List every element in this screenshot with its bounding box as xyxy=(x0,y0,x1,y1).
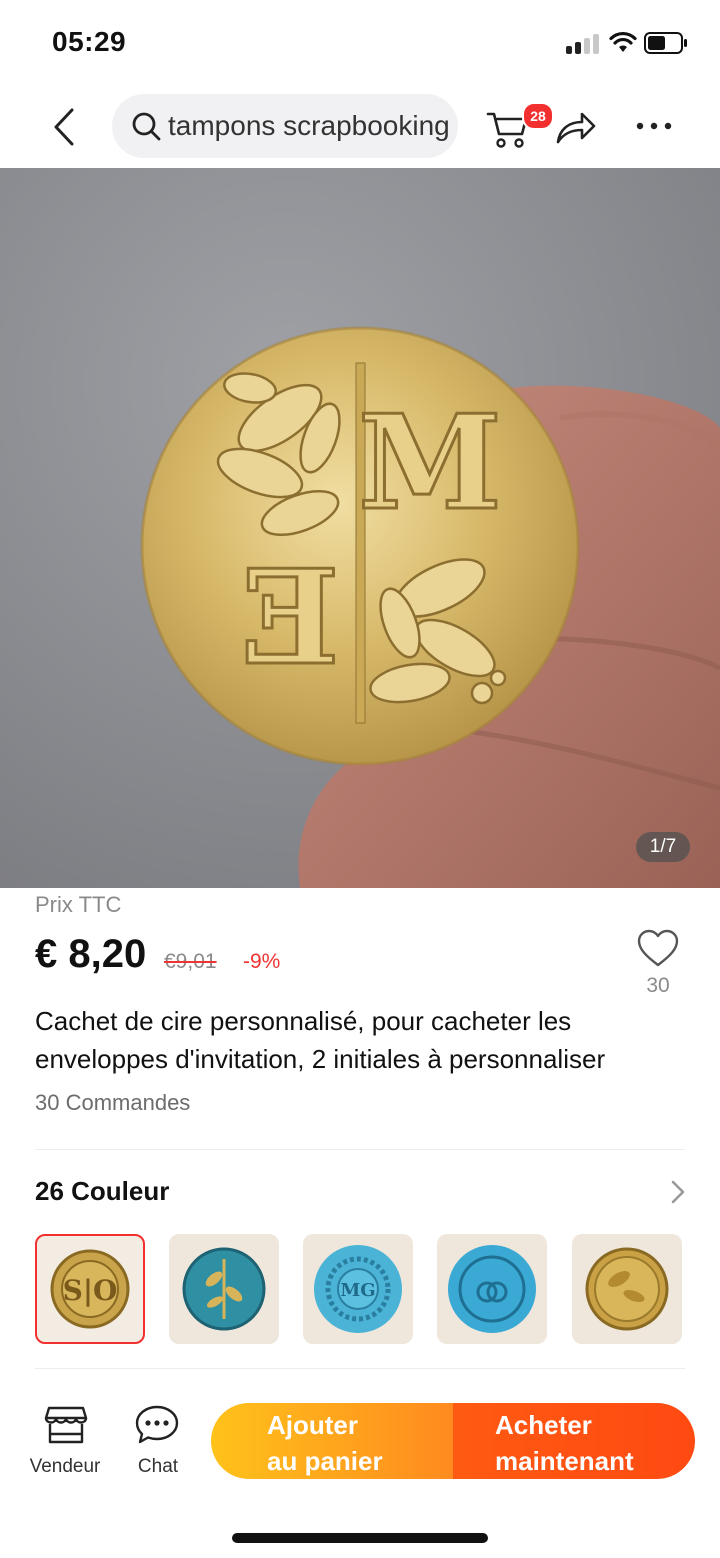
more-options-icon[interactable] xyxy=(634,108,674,144)
chevron-right-icon[interactable] xyxy=(668,1178,688,1206)
status-bar: 05:29 xyxy=(0,0,720,88)
wifi-icon xyxy=(609,31,637,52)
battery-icon xyxy=(644,32,687,54)
order-count: 30 Commandes xyxy=(35,1090,191,1115)
wishlist-count: 30 xyxy=(646,974,670,997)
chat-icon[interactable] xyxy=(135,1404,179,1446)
svg-text:E: E xyxy=(240,541,339,694)
signal-icon xyxy=(566,32,602,54)
swatch-1-monogram: S|O xyxy=(63,1274,118,1307)
variant-swatch-1[interactable]: S|O xyxy=(35,1234,145,1344)
product-image: M E xyxy=(0,168,720,888)
variant-swatch-2[interactable] xyxy=(169,1234,279,1344)
store-icon[interactable] xyxy=(44,1404,88,1446)
divider xyxy=(35,1368,685,1369)
search-query: tampons scrapbooking xyxy=(168,110,450,141)
top-nav: tampons scrapbooking xyxy=(0,88,720,168)
add-to-cart-button[interactable]: Ajouter au panier xyxy=(211,1403,453,1479)
variant-swatch-3[interactable]: MG xyxy=(303,1234,413,1344)
store-label[interactable]: Vendeur xyxy=(22,1456,108,1478)
product-image-carousel[interactable]: M E xyxy=(0,168,720,888)
image-page-indicator: 1/7 xyxy=(636,832,690,862)
add-to-cart-label-line1: Ajouter xyxy=(267,1410,358,1440)
share-icon[interactable] xyxy=(552,104,598,148)
buy-now-button[interactable]: Acheter maintenant xyxy=(453,1403,695,1479)
chat-label[interactable]: Chat xyxy=(126,1456,190,1478)
search-icon xyxy=(132,112,161,141)
back-button[interactable] xyxy=(40,104,90,150)
discount-badge: -9% xyxy=(243,950,281,973)
original-price: €9,01 xyxy=(164,950,217,973)
search-input[interactable]: tampons scrapbooking xyxy=(112,94,458,158)
buy-now-label-line2: maintenant xyxy=(495,1446,634,1476)
product-title: Cachet de cire personnalisé, pour cachet… xyxy=(35,1006,606,1074)
variant-swatch-5[interactable] xyxy=(572,1234,682,1344)
svg-text:M: M xyxy=(358,386,502,539)
price-label: Prix TTC xyxy=(35,892,122,917)
purchase-actions: Ajouter au panier Acheter maintenant xyxy=(211,1403,695,1479)
variant-swatch-4[interactable] xyxy=(437,1234,547,1344)
add-to-cart-label-line2: au panier xyxy=(267,1446,383,1476)
home-indicator xyxy=(232,1533,488,1543)
cart-count-badge: 28 xyxy=(522,102,554,130)
status-time: 05:29 xyxy=(52,26,127,57)
buy-now-label-line1: Acheter xyxy=(495,1410,592,1440)
divider xyxy=(35,1149,685,1150)
current-price: € 8,20 xyxy=(35,932,147,976)
variant-section-title[interactable]: 26 Couleur xyxy=(35,1176,169,1207)
svg-text:MG: MG xyxy=(340,1280,375,1301)
heart-icon[interactable] xyxy=(636,928,680,968)
